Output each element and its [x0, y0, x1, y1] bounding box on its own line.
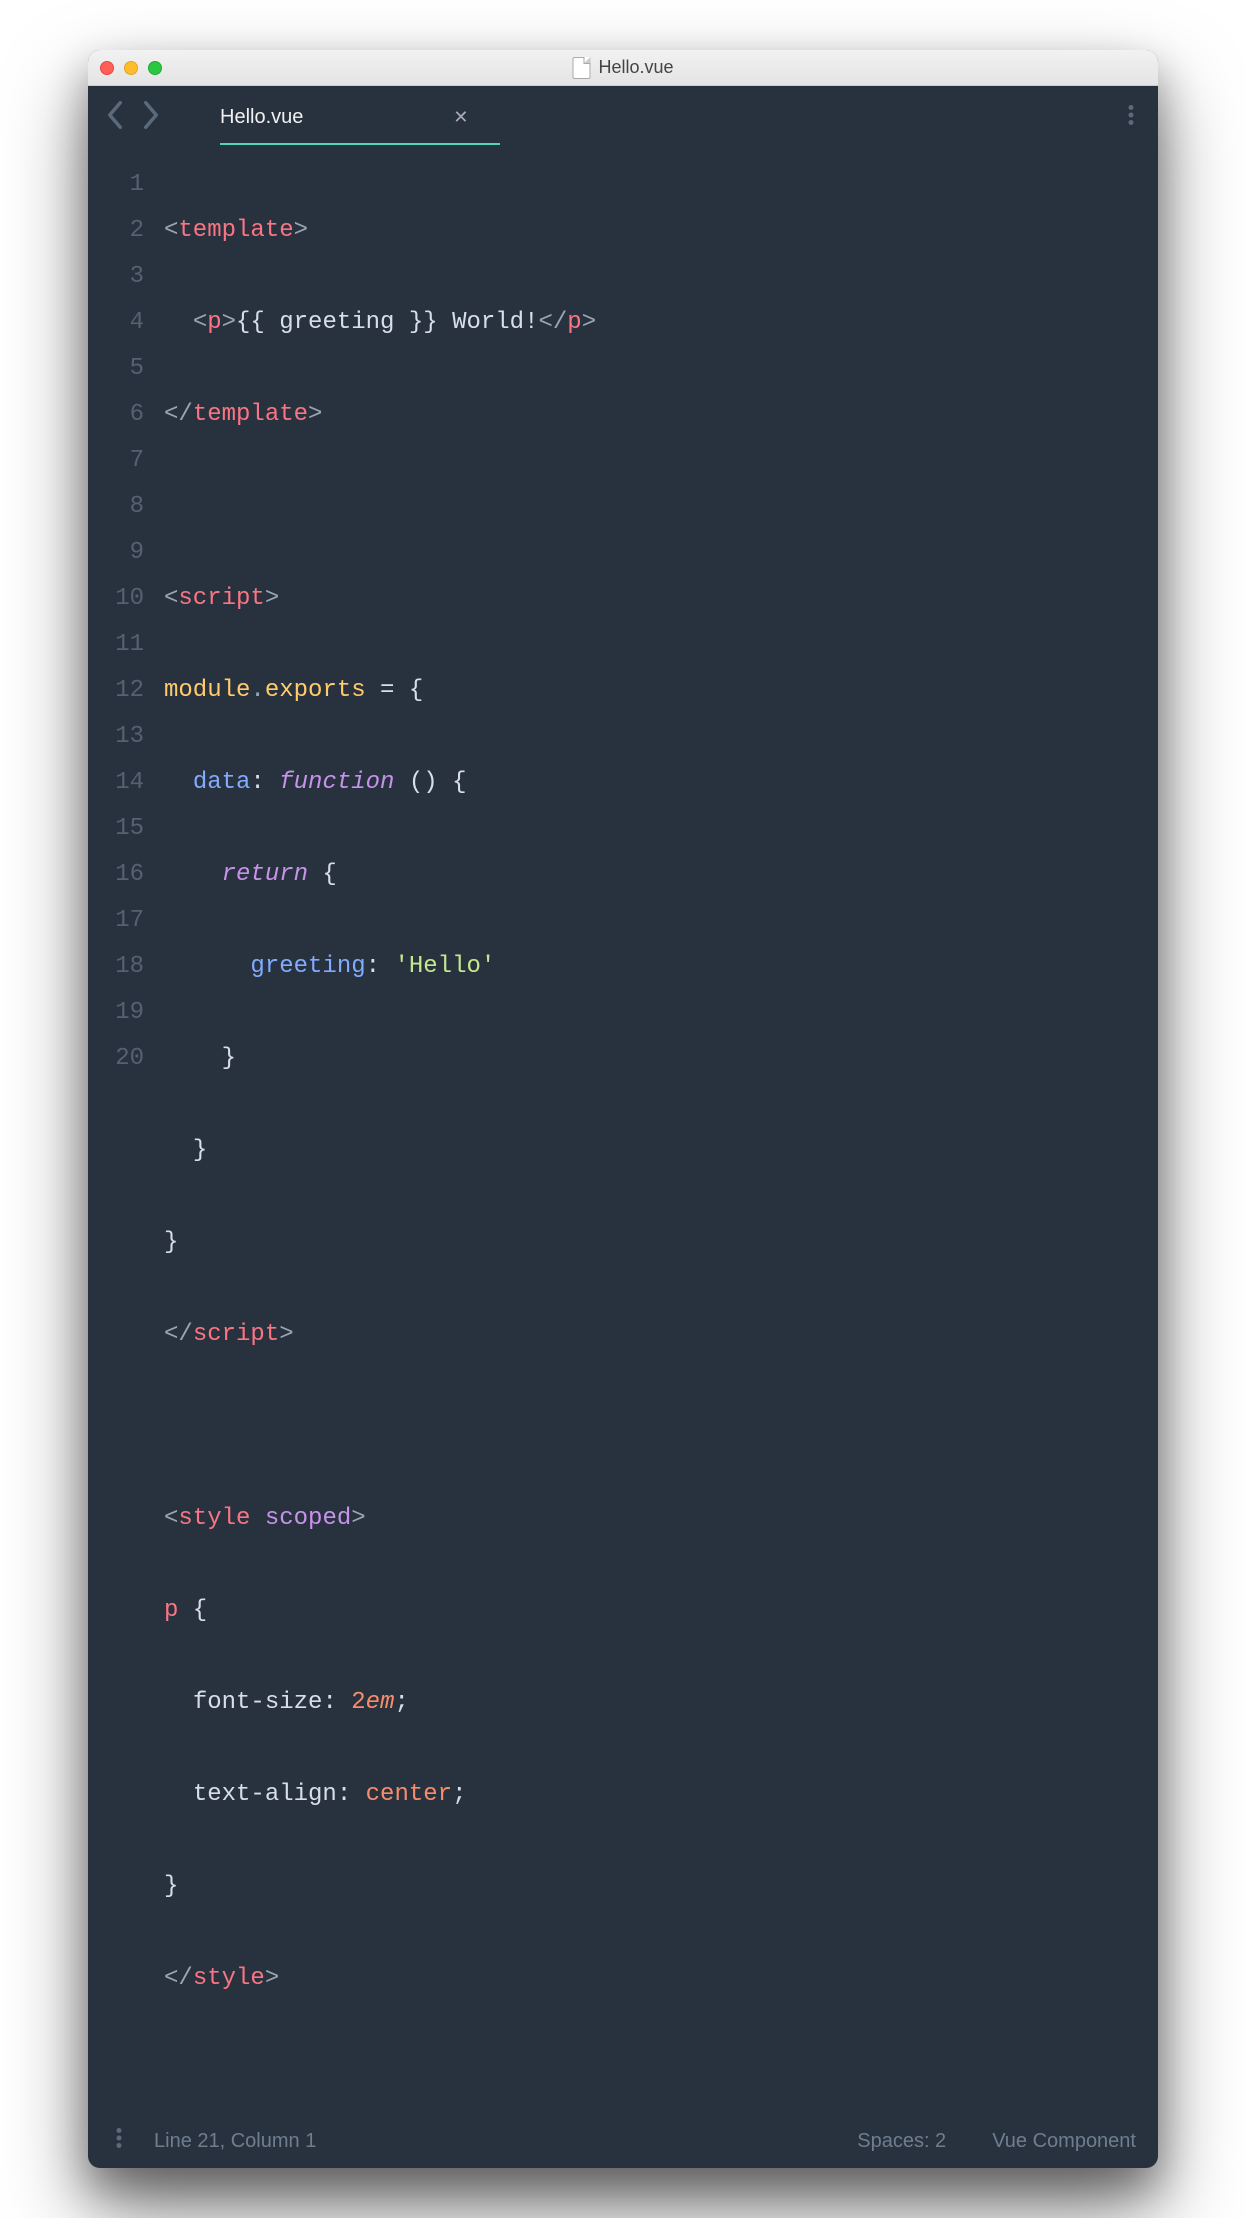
line-number: 8 [88, 484, 144, 530]
tab-active-indicator [220, 143, 500, 145]
code-line: <style scoped> [164, 1496, 1158, 1542]
line-number: 15 [88, 806, 144, 852]
code-line: p { [164, 1588, 1158, 1634]
minimize-window-button[interactable] [124, 61, 138, 75]
gutter: 1 2 3 4 5 6 7 8 9 10 11 12 13 14 15 16 1… [88, 162, 164, 2094]
code-line: </style> [164, 1956, 1158, 2002]
code-line: } [164, 1864, 1158, 1910]
more-options-icon[interactable] [1122, 99, 1140, 136]
tab-label: Hello.vue [220, 106, 303, 129]
code-line: font-size: 2em; [164, 1680, 1158, 1726]
line-number: 10 [88, 576, 144, 622]
line-number: 4 [88, 300, 144, 346]
maximize-window-button[interactable] [148, 61, 162, 75]
traffic-lights [100, 61, 162, 75]
line-number: 5 [88, 346, 144, 392]
code-line: <p>{{ greeting }} World!</p> [164, 300, 1158, 346]
line-number: 7 [88, 438, 144, 484]
code-line: module.exports = { [164, 668, 1158, 714]
titlebar: Hello.vue [88, 50, 1158, 86]
close-window-button[interactable] [100, 61, 114, 75]
code-line [164, 484, 1158, 530]
line-number: 16 [88, 852, 144, 898]
line-number: 13 [88, 714, 144, 760]
code-line: </template> [164, 392, 1158, 438]
cursor-position[interactable]: Line 21, Column 1 [154, 2130, 316, 2153]
line-number: 20 [88, 1036, 144, 1082]
window-title: Hello.vue [572, 57, 673, 79]
line-number: 18 [88, 944, 144, 990]
line-number: 3 [88, 254, 144, 300]
code-line: <script> [164, 576, 1158, 622]
editor-window: Hello.vue Hello.vue ✕ 1 2 3 4 5 6 [88, 50, 1158, 2168]
code-line: data: function () { [164, 760, 1158, 806]
line-number: 12 [88, 668, 144, 714]
code-line: </script> [164, 1312, 1158, 1358]
tab-bar: Hello.vue ✕ [88, 86, 1158, 148]
line-number: 9 [88, 530, 144, 576]
nav-arrows [106, 101, 160, 134]
code-line: greeting: 'Hello' [164, 944, 1158, 990]
line-number: 17 [88, 898, 144, 944]
statusbar-menu-icon[interactable] [110, 2122, 128, 2160]
line-number: 14 [88, 760, 144, 806]
nav-forward-icon[interactable] [142, 101, 160, 134]
code-line: } [164, 1036, 1158, 1082]
code-line: text-align: center; [164, 1772, 1158, 1818]
code-line: } [164, 1220, 1158, 1266]
indentation-setting[interactable]: Spaces: 2 [857, 2130, 946, 2153]
line-number: 2 [88, 208, 144, 254]
code-line [164, 1404, 1158, 1450]
editor-area[interactable]: 1 2 3 4 5 6 7 8 9 10 11 12 13 14 15 16 1… [88, 148, 1158, 2114]
code-line: } [164, 1128, 1158, 1174]
code-content[interactable]: <template> <p>{{ greeting }} World!</p> … [164, 162, 1158, 2094]
language-mode[interactable]: Vue Component [992, 2130, 1136, 2153]
statusbar: Line 21, Column 1 Spaces: 2 Vue Componen… [88, 2114, 1158, 2168]
line-number: 6 [88, 392, 144, 438]
line-number: 1 [88, 162, 144, 208]
code-line: return { [164, 852, 1158, 898]
line-number: 11 [88, 622, 144, 668]
close-tab-icon[interactable]: ✕ [453, 107, 468, 128]
file-icon [572, 57, 590, 79]
window-title-text: Hello.vue [598, 57, 673, 78]
nav-back-icon[interactable] [106, 101, 124, 134]
code-line: <template> [164, 208, 1158, 254]
tab-hello-vue[interactable]: Hello.vue ✕ [220, 106, 468, 129]
line-number: 19 [88, 990, 144, 1036]
